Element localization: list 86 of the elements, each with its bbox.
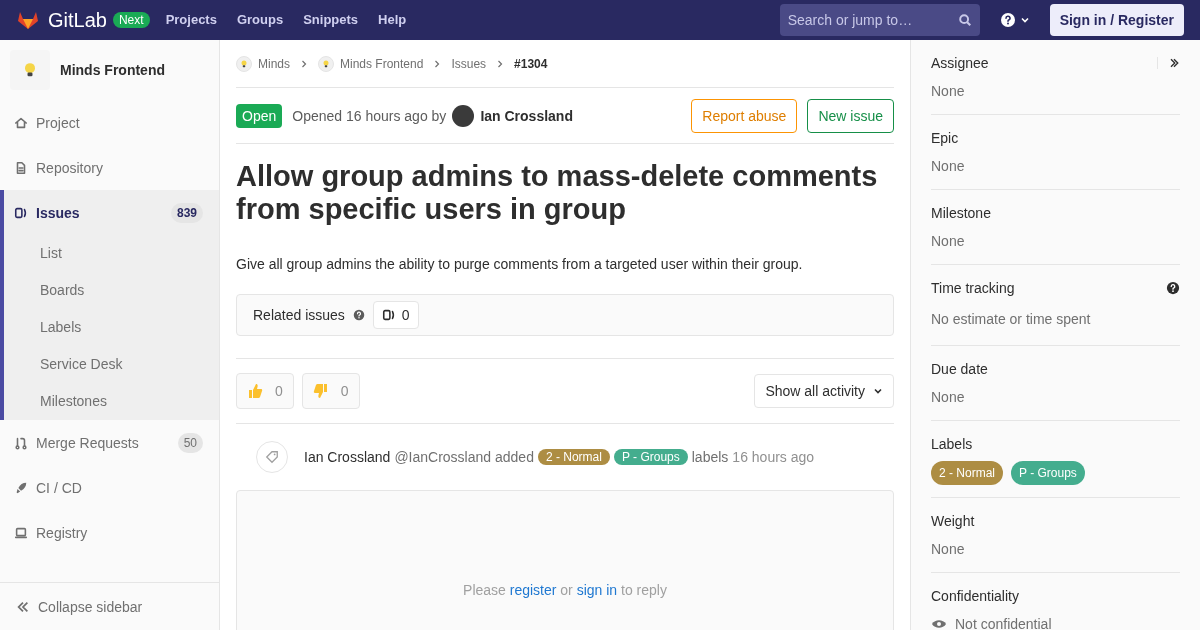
sidebar-block-value: No estimate or time spent [931, 310, 1091, 329]
note-suffix: labels [691, 448, 729, 467]
sign-in-link[interactable]: sign in [576, 582, 618, 598]
sidebar-subitem[interactable]: Milestones [4, 383, 219, 420]
sidebar-block-value: None [931, 388, 965, 407]
home-icon [14, 115, 28, 130]
thumbs-down-icon [312, 383, 329, 399]
action-button[interactable]: New issue [807, 98, 894, 133]
nav-link[interactable]: Projects [165, 10, 217, 30]
sidebar-subitem[interactable]: Labels [4, 309, 219, 346]
project-name[interactable]: Minds Frontend [60, 60, 165, 80]
note-action: @IanCrossland added [394, 448, 534, 467]
chevron-right-icon [300, 59, 308, 68]
breadcrumb-link[interactable]: Minds Frontend [340, 55, 424, 72]
reaction-button[interactable]: 0 [236, 373, 294, 409]
reply-prompt: Please register or sign in to reply [463, 581, 667, 600]
note-author[interactable]: Ian Crossland [304, 447, 391, 467]
sidebar-block-title: Confidentiality [931, 587, 1020, 606]
sign-in-button[interactable]: Sign in / Register [1049, 4, 1184, 36]
sidebar-block-title: Weight [931, 512, 976, 531]
registry-icon [14, 525, 28, 540]
sidebar-subitem[interactable]: List [4, 235, 219, 272]
label-tag: 2 - Normal [931, 461, 1003, 485]
sidebar-block-value: None [931, 540, 965, 559]
note-time: 16 hours ago [732, 448, 815, 467]
label-tag: 2 - Normal [537, 449, 610, 465]
sidebar-block-value: None [931, 232, 965, 251]
breadcrumb-link[interactable]: Minds [258, 55, 290, 72]
issues-icon [14, 205, 28, 220]
sidebar-block-title: Time tracking [931, 279, 1016, 298]
nav-link[interactable]: Help [378, 10, 407, 30]
double-chevron-left-icon [16, 599, 30, 614]
double-chevron-right-icon[interactable] [1168, 57, 1180, 69]
issue-title: Allow group admins to mass-delete comments from specific users in group [236, 160, 879, 226]
sidebar-subitem[interactable]: Service Desk [4, 346, 219, 383]
issue-description: Give all group admins the ability to purge comments from a targeted user within their group. [236, 255, 804, 274]
breadcrumb-link[interactable]: #1304 [514, 55, 548, 72]
count-badge: 50 [177, 432, 203, 453]
author-link[interactable]: Ian Crossland [480, 105, 573, 126]
help-icon[interactable] [1166, 281, 1180, 295]
nav-link[interactable]: Snippets [303, 10, 359, 30]
sidebar-item[interactable]: Project [4, 100, 219, 145]
caret-icon [873, 386, 883, 396]
merge-request-icon [14, 435, 28, 450]
next-badge: Next [112, 12, 150, 28]
sidebar-item[interactable]: Issues 839 [4, 190, 219, 235]
issues-icon [381, 308, 396, 322]
sidebar-block-title: Labels [931, 435, 974, 454]
status-badge: Open [236, 103, 283, 128]
register-link[interactable]: register [509, 582, 557, 598]
sidebar-block-value: None [931, 82, 965, 101]
related-issues-heading: Related issues [253, 306, 345, 325]
sidebar-item[interactable]: Registry [4, 510, 219, 555]
sidebar-item[interactable]: Merge Requests 50 [4, 420, 219, 465]
search-field[interactable]: Search or jump to… [779, 4, 980, 36]
chevron-right-icon [433, 59, 442, 68]
label-tag: P - Groups [613, 449, 688, 465]
sidebar-subitem[interactable]: Boards [4, 272, 219, 309]
brand-name[interactable]: GitLab [48, 6, 107, 34]
document-icon [14, 160, 28, 175]
sidebar-block-title: Milestone [931, 204, 992, 223]
search-icon [957, 13, 972, 27]
sidebar-block-value: Not confidential [955, 615, 1052, 630]
collapse-sidebar-button[interactable]: Collapse sidebar [0, 582, 219, 630]
rocket-icon [14, 480, 28, 495]
label-tag: P - Groups [1011, 461, 1085, 485]
sidebar-block-value: None [931, 157, 965, 176]
activity-filter-dropdown[interactable]: Show all activity [754, 374, 894, 408]
sidebar-block-title: Due date [931, 360, 989, 379]
count-badge: 839 [170, 202, 203, 223]
thumbs-up-icon [247, 383, 263, 399]
help-icon[interactable] [999, 12, 1016, 28]
chevron-right-icon [496, 59, 505, 68]
reaction-button[interactable]: 0 [301, 373, 360, 409]
caret-icon[interactable] [1019, 15, 1030, 25]
breadcrumb-link[interactable]: Issues [451, 55, 487, 72]
author-avatar [452, 104, 475, 127]
sidebar-item[interactable]: CI / CD [4, 465, 219, 510]
nav-link[interactable]: Groups [236, 10, 284, 30]
related-count-badge: 0 [372, 301, 419, 329]
sidebar-block-title: Epic [931, 129, 960, 148]
action-button[interactable]: Report abuse [691, 98, 798, 133]
opened-info: Opened 16 hours ago by [292, 106, 447, 126]
help-icon[interactable] [352, 309, 365, 321]
sidebar-block-title: Assignee [931, 54, 990, 73]
sidebar-item[interactable]: Repository [4, 145, 219, 190]
